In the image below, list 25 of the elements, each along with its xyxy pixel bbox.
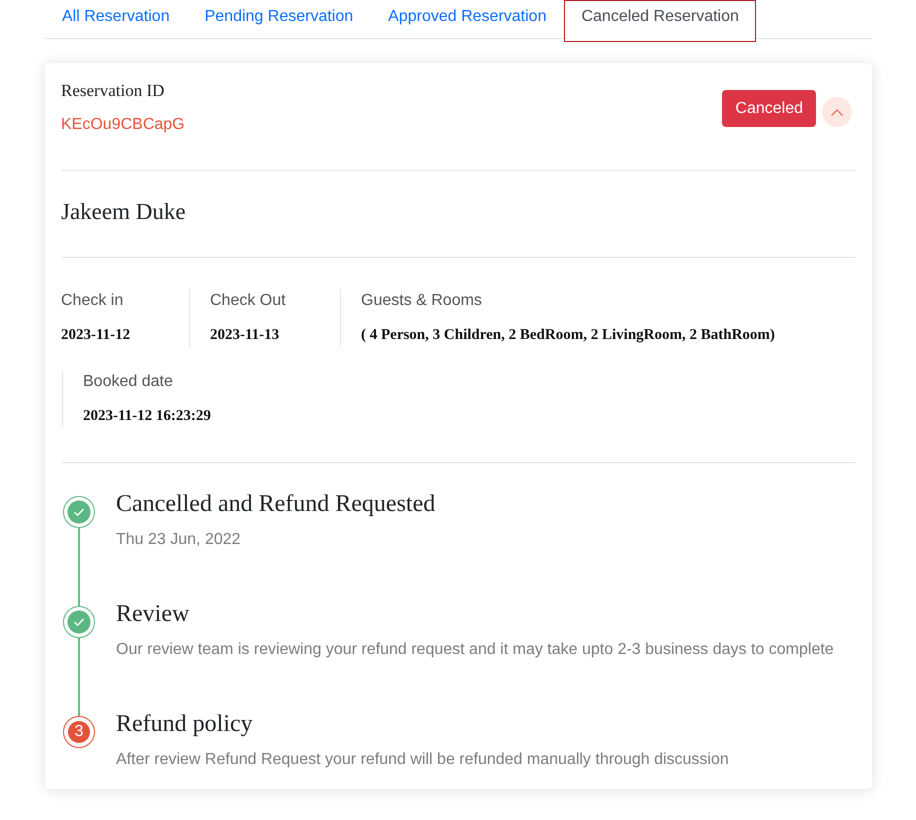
step-title: Cancelled and Refund Requested bbox=[116, 490, 436, 519]
detail-value: 2023-11-12 bbox=[61, 326, 132, 345]
reservation-tab[interactable]: Pending Reservation bbox=[188, 0, 370, 42]
guest-name: Jakeem Duke bbox=[61, 198, 187, 226]
detail-value: ( 4 Person, 3 Children, 2 BedRoom, 2 LivingRoom, 2 BathRoom) bbox=[361, 326, 776, 345]
detail-label: Guests & Rooms bbox=[361, 291, 483, 311]
step-description: Thu 23 Jun, 2022 bbox=[116, 530, 242, 550]
detail-label: Check Out bbox=[210, 291, 287, 311]
step-title: Refund policy bbox=[116, 710, 254, 739]
reservation-tab[interactable]: All Reservation bbox=[45, 0, 187, 42]
chevron-up-icon bbox=[831, 108, 843, 116]
status-badge: Canceled bbox=[722, 90, 816, 127]
detail-label: Booked date bbox=[83, 372, 174, 392]
reservation-id: KEcOu9CBCapG bbox=[61, 115, 185, 135]
detail-value: 2023-11-13 bbox=[210, 326, 280, 345]
reservation-id-label: Reservation ID bbox=[61, 80, 166, 102]
detail-label: Check in bbox=[61, 291, 124, 311]
reservation-tab[interactable]: Canceled Reservation bbox=[564, 0, 756, 42]
step-number: 3 bbox=[63, 716, 95, 748]
step-description: Our review team is reviewing your refund request and it may take upto 2-3 business days to complete bbox=[116, 640, 834, 660]
step-description: After review Refund Request your refund will be refunded manually through discussion bbox=[116, 750, 729, 770]
step-title: Review bbox=[116, 600, 190, 629]
reservation-tab[interactable]: Approved Reservation bbox=[371, 0, 564, 42]
detail-value: 2023-11-12 16:23:29 bbox=[83, 407, 211, 426]
collapse-toggle-button[interactable] bbox=[822, 97, 852, 127]
